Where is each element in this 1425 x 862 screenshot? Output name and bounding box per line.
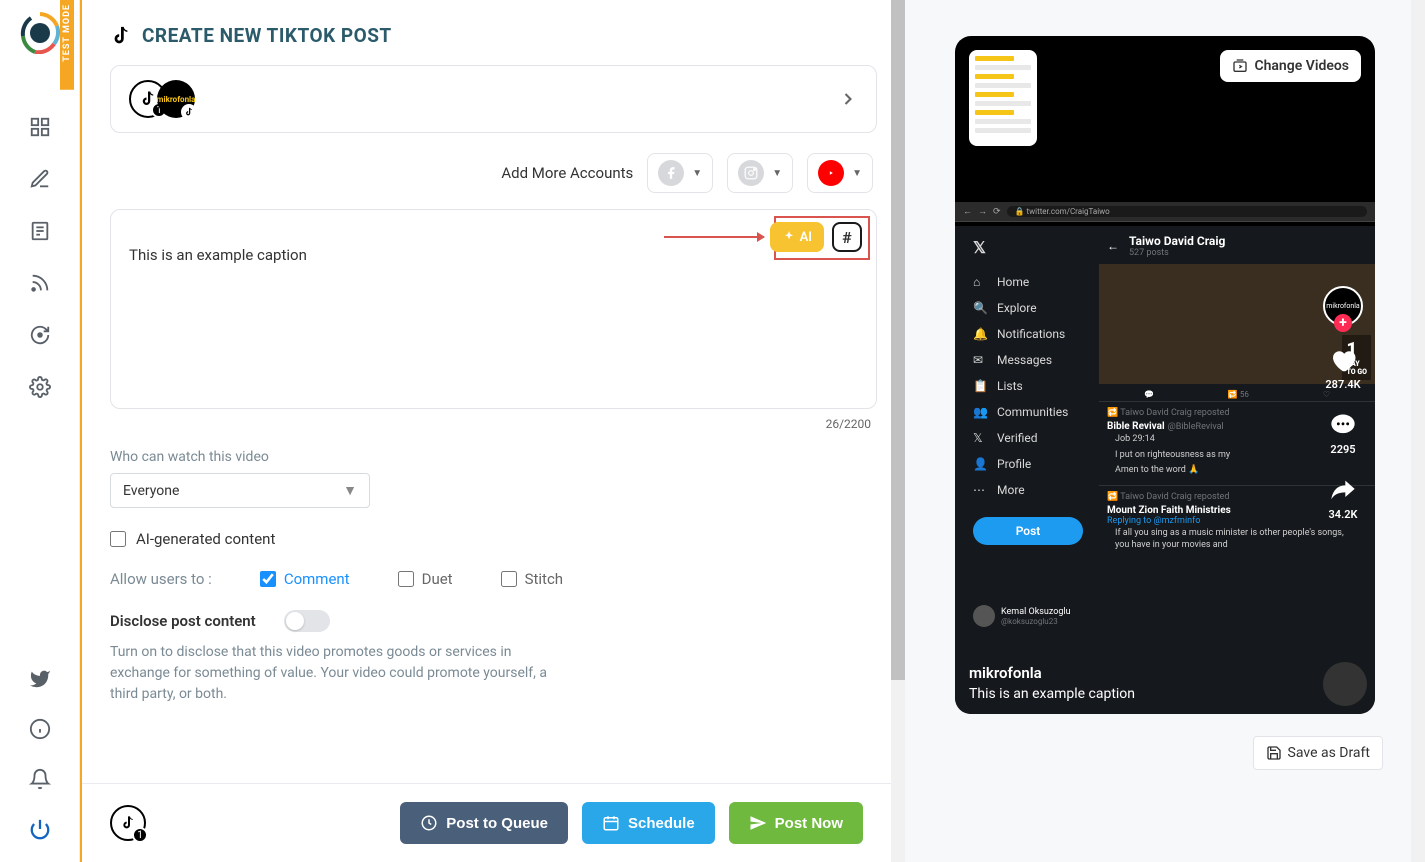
schedule-button[interactable]: Schedule bbox=[582, 802, 715, 844]
twitter-nav-item: 𝕏Verified bbox=[973, 425, 1095, 451]
caption-editor[interactable]: AI # This is an example caption bbox=[110, 209, 877, 409]
x-logo: 𝕏 bbox=[973, 238, 1095, 257]
twitter-sidebar: 𝕏 ⌂Home🔍Explore🔔Notifications✉Messages📋L… bbox=[955, 226, 1095, 714]
add-accounts-label: Add More Accounts bbox=[501, 164, 633, 182]
annotation-arrow bbox=[664, 236, 764, 238]
facebook-icon bbox=[658, 160, 684, 186]
comment-icon bbox=[1327, 409, 1359, 441]
twitter-nav-item: 📋Lists bbox=[973, 373, 1095, 399]
footer-account-icon[interactable]: 1 bbox=[110, 805, 146, 841]
posts-icon[interactable] bbox=[29, 220, 51, 242]
settings-icon[interactable] bbox=[29, 376, 51, 398]
power-icon[interactable] bbox=[29, 818, 51, 840]
twitter-nav-item: 👥Communities bbox=[973, 399, 1095, 425]
disclose-help: Turn on to disclose that this video prom… bbox=[110, 642, 570, 705]
disclose-label: Disclose post content bbox=[110, 612, 256, 630]
page-title: CREATE NEW TIKTOK POST bbox=[110, 24, 877, 47]
twitter-nav-item: 👤Profile bbox=[973, 451, 1095, 477]
feed-icon[interactable] bbox=[29, 272, 51, 294]
twitter-post-button: Post bbox=[973, 517, 1083, 545]
instagram-icon bbox=[738, 160, 764, 186]
caret-down-icon: ▼ bbox=[772, 168, 782, 179]
change-videos-button[interactable]: Change Videos bbox=[1220, 50, 1361, 82]
video-content: ←→⟳ 🔒 twitter.com/CraigTaiwo 𝕏 ⌂Home🔍Exp… bbox=[955, 226, 1375, 714]
follow-plus-icon: + bbox=[1334, 314, 1352, 332]
share-action: 34.2K bbox=[1327, 474, 1359, 521]
ai-generated-checkbox[interactable]: AI-generated content bbox=[110, 530, 877, 548]
comment-action: 2295 bbox=[1327, 409, 1359, 456]
caption-text[interactable]: This is an example caption bbox=[129, 246, 858, 264]
caret-down-icon: ▼ bbox=[852, 168, 862, 179]
disclose-toggle[interactable] bbox=[284, 610, 330, 632]
compose-icon[interactable] bbox=[29, 168, 51, 190]
twitter-nav-item: ⌂Home bbox=[973, 269, 1095, 295]
allow-comment[interactable]: Comment bbox=[260, 570, 350, 588]
tiktok-actions: mikrofonla+ 287.4K 2295 34.2K bbox=[1323, 286, 1363, 521]
app-logo[interactable] bbox=[19, 12, 61, 54]
account-avatar-2: mikrofonla bbox=[157, 80, 195, 118]
recycle-icon[interactable] bbox=[29, 324, 51, 346]
tiktok-caption-overlay: mikrofonla This is an example caption bbox=[969, 664, 1135, 702]
watch-select[interactable]: Everyone ▼ bbox=[110, 473, 370, 508]
sidebar: TEST MODE bbox=[0, 0, 80, 862]
like-action: 287.4K bbox=[1325, 344, 1360, 391]
scrollbar-thumb[interactable] bbox=[891, 0, 905, 680]
allow-label: Allow users to : bbox=[110, 570, 212, 588]
preview-pane: Change Videos ←→⟳ 🔒 twitter.com/CraigTai… bbox=[905, 0, 1425, 862]
twitter-nav-item: 🔔Notifications bbox=[973, 321, 1095, 347]
info-icon[interactable] bbox=[29, 718, 51, 740]
allow-row: Allow users to : Comment Duet Stitch bbox=[110, 570, 877, 588]
allow-duet[interactable]: Duet bbox=[398, 570, 453, 588]
share-icon bbox=[1327, 474, 1359, 506]
twitter-nav-item: ✉Messages bbox=[973, 347, 1095, 373]
preview-scrollbar[interactable] bbox=[1411, 0, 1425, 862]
main-content: CREATE NEW TIKTOK POST 1 mikrofonla Add … bbox=[80, 0, 905, 862]
save-draft-button[interactable]: Save as Draft bbox=[1253, 736, 1383, 770]
hashtag-button[interactable]: # bbox=[832, 222, 862, 252]
watch-label: Who can watch this video bbox=[110, 449, 877, 465]
youtube-icon bbox=[818, 160, 844, 186]
test-mode-badge: TEST MODE bbox=[60, 0, 74, 90]
ai-button[interactable]: AI bbox=[770, 222, 824, 252]
add-accounts-row: Add More Accounts ▼ ▼ ▼ bbox=[110, 153, 877, 193]
bell-icon[interactable] bbox=[29, 768, 51, 790]
post-to-queue-button[interactable]: Post to Queue bbox=[400, 802, 568, 844]
ai-generated-input[interactable] bbox=[110, 531, 126, 547]
account-selector-card[interactable]: 1 mikrofonla bbox=[110, 65, 877, 133]
caret-down-icon: ▼ bbox=[692, 168, 702, 179]
tiktok-icon bbox=[110, 25, 132, 47]
post-now-button[interactable]: Post Now bbox=[729, 802, 863, 844]
tiktok-avatar: mikrofonla+ bbox=[1323, 286, 1363, 326]
music-disc-icon bbox=[1323, 662, 1367, 706]
allow-stitch[interactable]: Stitch bbox=[501, 570, 563, 588]
phone-preview: Change Videos ←→⟳ 🔒 twitter.com/CraigTai… bbox=[955, 36, 1375, 714]
twitter-nav-item: ⋯More bbox=[973, 477, 1095, 503]
youtube-dropdown[interactable]: ▼ bbox=[807, 153, 873, 193]
video-thumbnail[interactable] bbox=[969, 50, 1037, 146]
twitter-icon[interactable] bbox=[29, 668, 51, 690]
twitter-nav-item: 🔍Explore bbox=[973, 295, 1095, 321]
dashboard-icon[interactable] bbox=[29, 116, 51, 138]
chevron-right-icon bbox=[838, 89, 858, 109]
facebook-dropdown[interactable]: ▼ bbox=[647, 153, 713, 193]
footer-bar: 1 Post to Queue Schedule Post Now bbox=[82, 783, 891, 862]
heart-icon bbox=[1327, 344, 1359, 376]
caret-down-icon: ▼ bbox=[343, 482, 357, 499]
char-count: 26/2200 bbox=[110, 417, 871, 431]
instagram-dropdown[interactable]: ▼ bbox=[727, 153, 793, 193]
